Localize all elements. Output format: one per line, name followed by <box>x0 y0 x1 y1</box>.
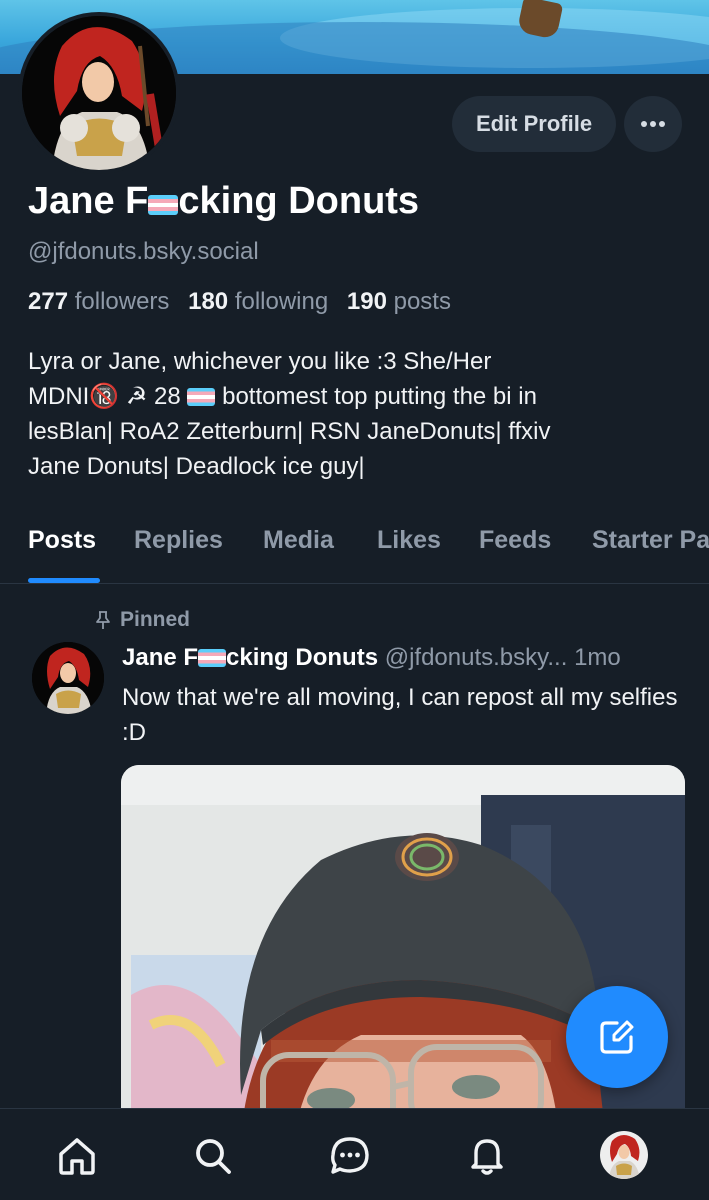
edit-profile-button[interactable]: Edit Profile <box>452 96 616 152</box>
tab-starter-packs[interactable]: Starter Pa <box>592 526 709 555</box>
profile-stats: 277 followers 180 following 190 posts <box>28 288 451 316</box>
nav-profile-avatar[interactable] <box>600 1131 648 1179</box>
tab-feeds[interactable]: Feeds <box>479 526 551 555</box>
post-author-name[interactable]: Jane Fcking Donuts <box>122 644 378 671</box>
post-timestamp[interactable]: 1mo <box>574 644 621 671</box>
pin-icon <box>96 611 110 629</box>
display-name: Jane Fcking Donuts <box>28 180 420 222</box>
followers-link[interactable]: 277 followers <box>28 288 169 315</box>
chat-icon <box>331 1137 369 1174</box>
trans-flag-icon <box>148 195 179 215</box>
profile-avatar[interactable] <box>18 12 180 174</box>
compose-icon <box>600 1020 634 1054</box>
trans-flag-icon <box>198 649 227 667</box>
following-link[interactable]: 180 following <box>188 288 328 315</box>
nav-chat[interactable] <box>327 1133 373 1179</box>
ellipsis-icon <box>641 121 665 127</box>
posts-count: 190 posts <box>346 288 451 315</box>
pinned-label: Pinned <box>94 608 190 632</box>
post-author-avatar[interactable] <box>32 642 104 714</box>
post-author-handle[interactable]: @jfdonuts.bsky... <box>385 644 568 671</box>
profile-bio: Lyra or Jane, whichever you like :3 She/… <box>28 344 688 484</box>
post-header: Jane Fcking Donuts @jfdonuts.bsky... 1mo <box>122 644 692 672</box>
nav-home[interactable] <box>54 1133 100 1179</box>
profile-handle: @jfdonuts.bsky.social <box>28 238 259 265</box>
bell-icon <box>471 1139 503 1175</box>
bio-line: lesBlan| RoA2 Zetterburn| RSN JaneDonuts… <box>28 418 551 445</box>
tab-media[interactable]: Media <box>263 526 334 555</box>
tab-posts[interactable]: Posts <box>28 526 96 555</box>
profile-tabs: Posts Replies Media Likes Feeds Starter … <box>0 520 709 584</box>
nav-search[interactable] <box>190 1133 236 1179</box>
bio-line: MDNI🔞 ☭ 28 bottomest top putting the bi … <box>28 383 537 410</box>
search-icon <box>196 1139 231 1174</box>
bio-line: Jane Donuts| Deadlock ice guy| <box>28 453 365 480</box>
more-options-button[interactable] <box>624 96 682 152</box>
tab-replies[interactable]: Replies <box>134 526 223 555</box>
active-tab-indicator <box>28 578 100 583</box>
nav-notifications[interactable] <box>464 1133 510 1179</box>
bio-line: Lyra or Jane, whichever you like :3 She/… <box>28 348 492 375</box>
post-text: Now that we're all moving, I can repost … <box>122 684 678 746</box>
tab-likes[interactable]: Likes <box>377 526 441 555</box>
bottom-navigation <box>0 1108 709 1200</box>
home-icon <box>59 1138 95 1175</box>
trans-flag-icon <box>187 388 216 406</box>
compose-post-button[interactable] <box>566 986 668 1088</box>
